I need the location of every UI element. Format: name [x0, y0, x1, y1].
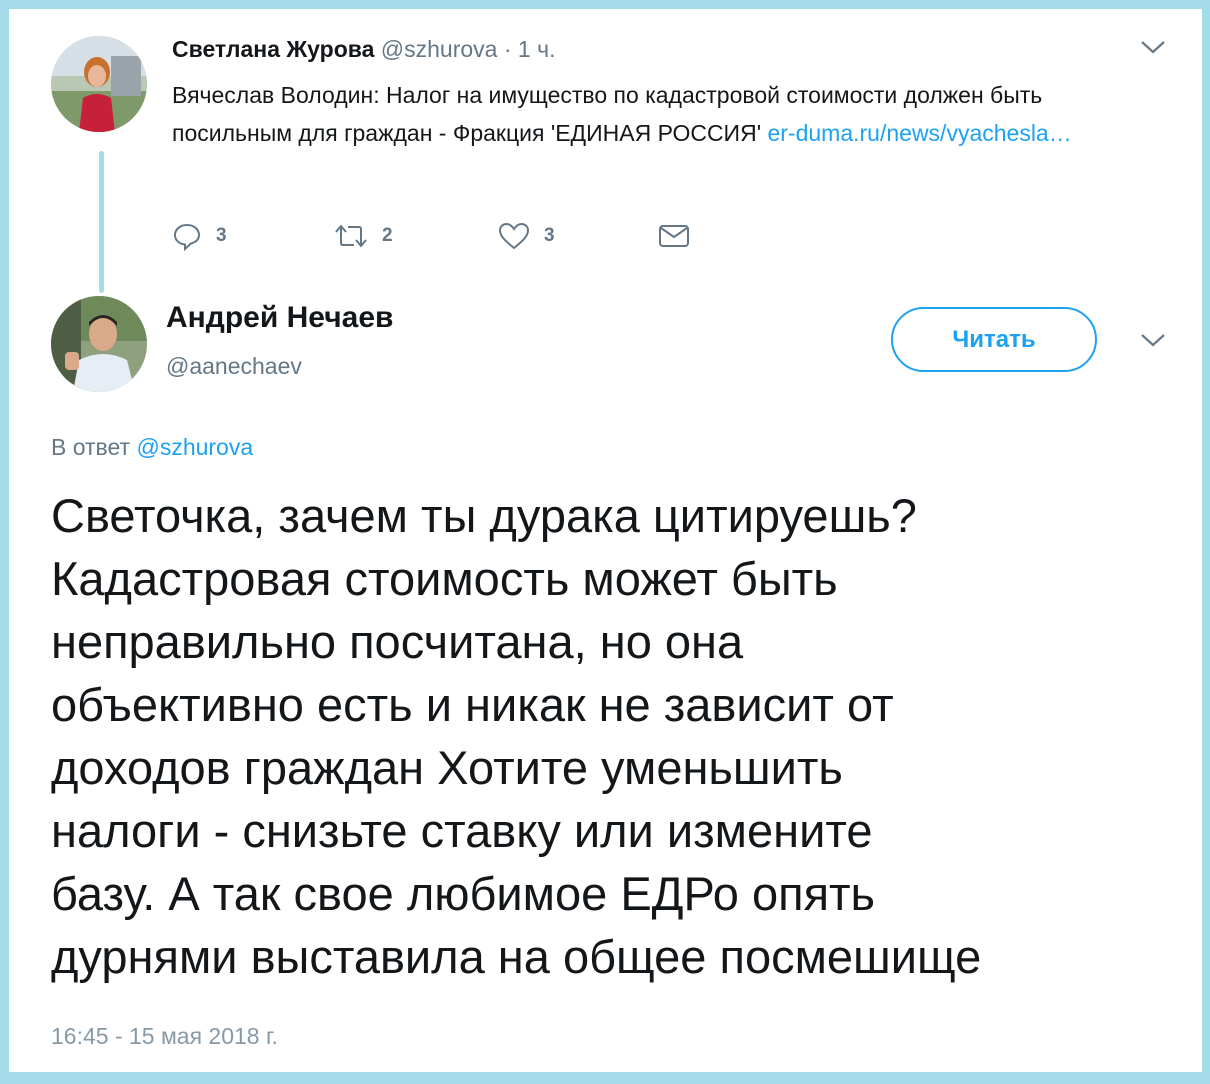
direct-message-icon	[659, 225, 689, 247]
reply-author-name[interactable]: Андрей Нечаев	[166, 301, 393, 335]
retweet-count: 2	[382, 225, 393, 246]
reply-timestamp[interactable]: 16:45 - 15 мая 2018 г.	[51, 1023, 278, 1050]
in-reply-prefix: В ответ	[51, 434, 137, 460]
tweet-card: Светлана Журова @szhurova · 1 ч. Вячесла…	[9, 9, 1202, 1072]
parent-tweet-link[interactable]: er-duma.ru/news/vyachesla…	[767, 120, 1071, 146]
header-separator: ·	[503, 36, 512, 62]
reply-author-avatar[interactable]	[51, 296, 147, 392]
in-reply-handle[interactable]: @szhurova	[136, 434, 253, 460]
parent-author-handle[interactable]: @szhurova	[381, 36, 498, 62]
reply-action[interactable]: 3	[172, 216, 227, 256]
parent-tweet-time[interactable]: 1 ч.	[518, 36, 556, 62]
parent-tweet-header: Светлана Журова @szhurova · 1 ч.	[172, 36, 555, 63]
reply-count: 3	[216, 225, 227, 246]
chevron-down-icon[interactable]	[1140, 332, 1166, 353]
parent-author-name[interactable]: Светлана Журова	[172, 36, 374, 62]
follow-button[interactable]: Читать	[891, 307, 1097, 372]
parent-tweet-text: Вячеслав Володин: Налог на имущество по …	[172, 76, 1132, 152]
chevron-down-icon[interactable]	[1140, 39, 1166, 60]
like-icon	[498, 222, 530, 250]
thread-connector	[99, 151, 104, 293]
direct-message-action[interactable]	[658, 216, 690, 256]
retweet-icon	[335, 224, 367, 248]
reply-tweet-text: Светочка, зачем ты дурака цитируешь? Кад…	[51, 489, 982, 983]
like-count: 3	[544, 225, 555, 246]
like-action[interactable]: 3	[498, 216, 555, 256]
reply-icon	[173, 223, 201, 251]
parent-author-avatar[interactable]	[51, 36, 147, 132]
reply-author-handle[interactable]: @aanechaev	[166, 353, 302, 380]
retweet-action[interactable]: 2	[334, 216, 393, 256]
in-reply-to: В ответ @szhurova	[51, 434, 253, 461]
